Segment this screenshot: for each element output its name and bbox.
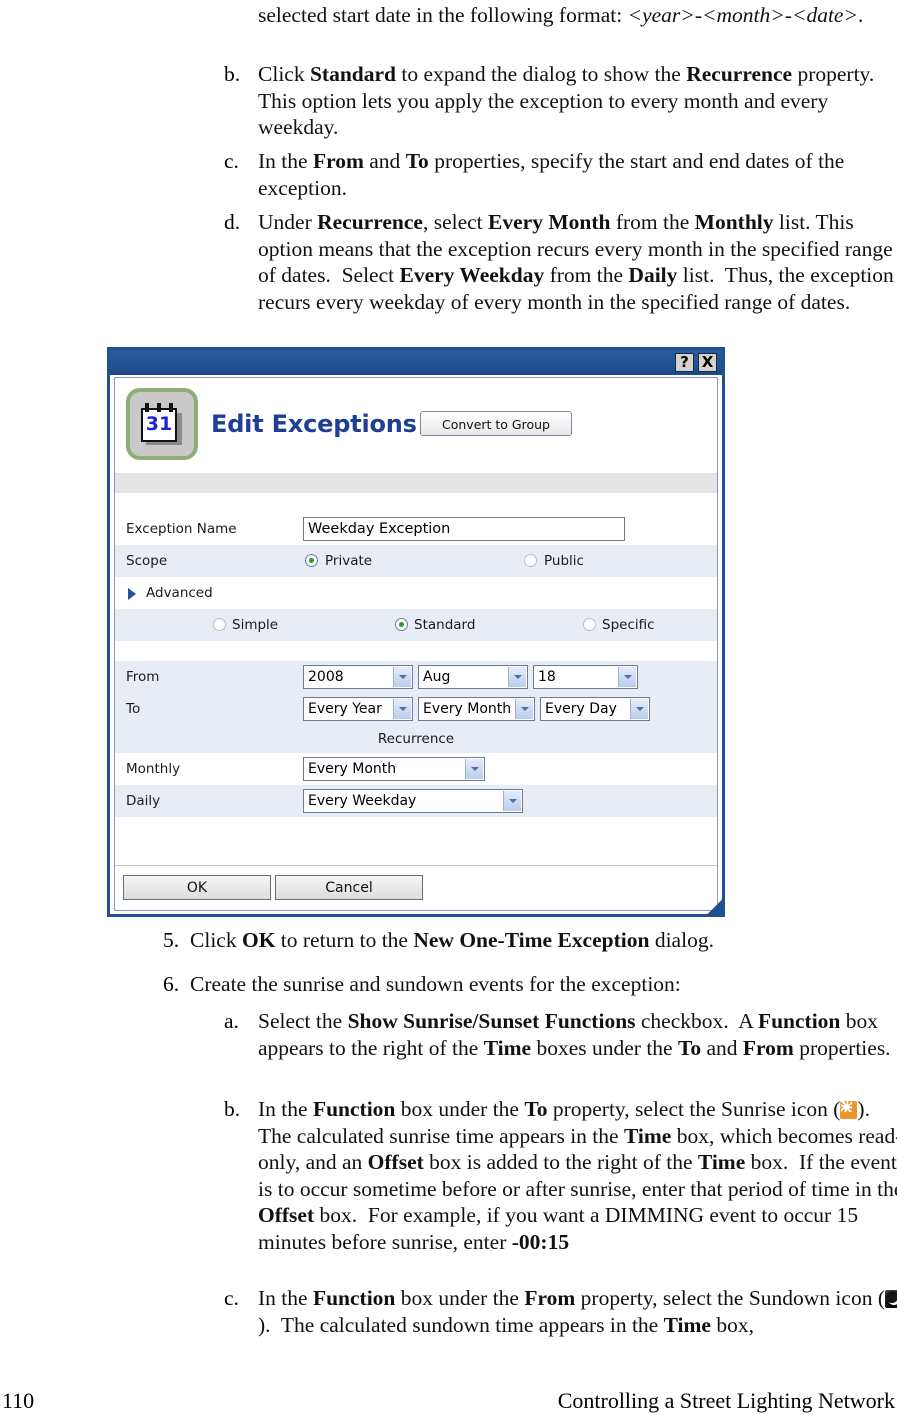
chevron-down-icon[interactable] xyxy=(630,699,648,719)
ok-button[interactable]: OK xyxy=(123,875,271,900)
list-marker-b: b. xyxy=(224,62,241,86)
from-day-select[interactable]: 18 xyxy=(533,665,638,689)
convert-to-group-button[interactable]: Convert to Group xyxy=(420,411,572,436)
from-month-select[interactable]: Aug xyxy=(418,665,528,689)
radio-public[interactable] xyxy=(524,554,537,567)
from-year-select[interactable]: 2008 xyxy=(303,665,413,689)
calendar-icon-day: 31 xyxy=(145,413,173,435)
footer-document-title: Controlling a Street Lighting Network xyxy=(557,1388,895,1413)
dialog-button-bar: OK Cancel xyxy=(115,865,717,910)
list-marker-b2: b. xyxy=(224,1097,241,1121)
paragraph-item-b: Click Standard to expand the dialog to s… xyxy=(258,62,880,139)
to-day-select[interactable]: Every Day xyxy=(540,697,650,721)
sundown-icon xyxy=(884,1290,897,1308)
daily-value: Every Weekday xyxy=(308,793,417,809)
row-monthly: Monthly Every Month xyxy=(115,753,717,785)
footer-page-number: 110 xyxy=(2,1388,35,1413)
row-from: From 2008 Aug 18 xyxy=(115,661,717,693)
chevron-down-icon[interactable] xyxy=(503,791,521,811)
calendar-icon: 31 xyxy=(126,388,198,460)
paragraph-item-b2: In the Function box under the To propert… xyxy=(258,1097,897,1254)
to-month-value: Every Month xyxy=(423,701,512,717)
from-year-value: 2008 xyxy=(308,669,344,685)
monthly-select[interactable]: Every Month xyxy=(303,757,485,781)
chevron-down-icon[interactable] xyxy=(393,667,411,687)
list-marker-d: d. xyxy=(224,210,241,234)
from-day-value: 18 xyxy=(538,669,556,685)
row-daily: Daily Every Weekday xyxy=(115,785,717,817)
daily-select[interactable]: Every Weekday xyxy=(303,789,523,813)
list-marker-c2: c. xyxy=(224,1286,239,1310)
dialog-titlebar[interactable]: ? X xyxy=(110,350,722,375)
paragraph-item-c2: In the Function box under the From prope… xyxy=(258,1285,897,1338)
paragraph-item-a-continued: selected start date in the following for… xyxy=(258,3,864,27)
scope-label: Scope xyxy=(126,553,168,569)
close-icon[interactable]: X xyxy=(698,353,717,372)
dialog-client-area: 31 Edit Exceptions Convert to Group Exce… xyxy=(114,377,718,911)
dialog-title: Edit Exceptions xyxy=(211,410,417,438)
header-separator-band xyxy=(115,473,717,493)
help-icon[interactable]: ? xyxy=(675,353,694,372)
mode-standard-label: Standard xyxy=(414,617,476,633)
to-day-value: Every Day xyxy=(545,701,617,717)
row-exception-name: Exception Name Weekday Exception xyxy=(115,513,717,545)
list-marker-c: c. xyxy=(224,149,239,173)
mode-specific-label: Specific xyxy=(602,617,655,633)
list-marker-5: 5. xyxy=(163,928,180,952)
list-marker-6: 6. xyxy=(163,972,180,996)
paragraph-item-6: Create the sunrise and sundown events fo… xyxy=(190,972,681,996)
radio-specific[interactable] xyxy=(583,618,596,631)
row-mode-selector: Simple Standard Specific xyxy=(115,609,717,641)
paragraph-item-c: In the From and To properties, specify t… xyxy=(258,149,845,200)
edit-exceptions-dialog-screenshot: ? X 31 Edit Exceptions Convert to Group … xyxy=(107,347,725,917)
resize-grip[interactable] xyxy=(705,897,725,917)
chevron-right-icon[interactable] xyxy=(128,588,136,600)
chevron-down-icon[interactable] xyxy=(515,699,533,719)
paragraph-item-d: Under Recurrence, select Every Month fro… xyxy=(258,210,894,314)
monthly-label: Monthly xyxy=(126,761,181,777)
radio-private[interactable] xyxy=(305,554,318,567)
scope-public-label: Public xyxy=(544,553,584,569)
to-year-value: Every Year xyxy=(308,701,382,717)
dialog-form: Exception Name Weekday Exception Scope P… xyxy=(115,493,717,817)
list-marker-a2: a. xyxy=(224,1009,239,1033)
to-year-select[interactable]: Every Year xyxy=(303,697,413,721)
radio-standard[interactable] xyxy=(395,618,408,631)
radio-simple[interactable] xyxy=(213,618,226,631)
mode-simple-label: Simple xyxy=(232,617,279,633)
from-month-value: Aug xyxy=(423,669,451,685)
form-spacer-2 xyxy=(115,641,717,661)
recurrence-section-header: Recurrence xyxy=(115,725,717,753)
to-month-select[interactable]: Every Month xyxy=(418,697,535,721)
chevron-down-icon[interactable] xyxy=(465,759,483,779)
dialog-header: 31 Edit Exceptions Convert to Group xyxy=(115,378,717,473)
cancel-button[interactable]: Cancel xyxy=(275,875,423,900)
footer-divider xyxy=(0,1378,897,1379)
chevron-down-icon[interactable] xyxy=(618,667,636,687)
row-advanced[interactable]: Advanced xyxy=(115,577,717,609)
chevron-down-icon[interactable] xyxy=(393,699,411,719)
row-scope: Scope Private Public xyxy=(115,545,717,577)
chevron-down-icon[interactable] xyxy=(508,667,526,687)
to-label: To xyxy=(126,701,141,717)
scope-private-label: Private xyxy=(325,553,373,569)
daily-label: Daily xyxy=(126,793,161,809)
paragraph-item-5: Click OK to return to the New One-Time E… xyxy=(190,928,714,952)
document-page: selected start date in the following for… xyxy=(0,0,897,1420)
exception-name-label: Exception Name xyxy=(126,521,237,537)
form-spacer xyxy=(115,493,717,513)
from-label: From xyxy=(126,669,160,685)
paragraph-item-a2: Select the Show Sunrise/Sunset Functions… xyxy=(258,1009,891,1060)
exception-name-input[interactable]: Weekday Exception xyxy=(303,517,625,541)
monthly-value: Every Month xyxy=(308,761,397,777)
row-to: To Every Year Every Month Every Day xyxy=(115,693,717,725)
advanced-label: Advanced xyxy=(146,585,213,601)
sunrise-icon xyxy=(840,1101,858,1119)
